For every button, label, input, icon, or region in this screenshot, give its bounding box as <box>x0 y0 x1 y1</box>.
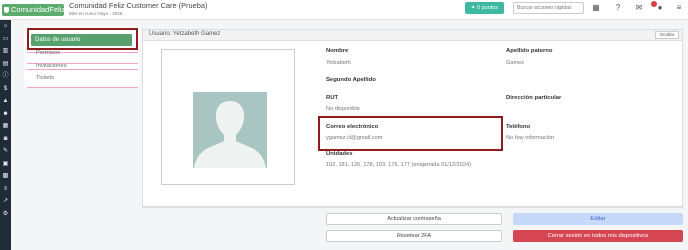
help-icon[interactable]: ? <box>612 2 624 14</box>
hide-button[interactable]: Ocultar <box>655 31 679 39</box>
rut-value: No disponible <box>326 106 360 112</box>
highlight-box-menu <box>27 28 138 50</box>
reset-2fa-button[interactable]: Resetear 2FA <box>326 230 502 242</box>
update-password-button[interactable]: Actualizar contraseña <box>326 213 502 225</box>
menu-item-tickets[interactable]: Tickets <box>36 75 54 81</box>
chat-icon[interactable]: ◙ <box>2 136 9 143</box>
building-icon[interactable]: ▥ <box>2 48 9 55</box>
current-month: Mes en curso mayo - 2025 <box>69 11 123 16</box>
top-bar: ComunidadFeliz Comunidad Feliz Customer … <box>0 0 688 20</box>
points-label: 0 puntos <box>477 5 499 11</box>
name-value: Yetzabeth <box>326 60 351 66</box>
second-surname-label: Segundo Apellido <box>326 77 376 83</box>
wrench-icon[interactable]: ✎ <box>2 148 9 155</box>
name-label: Nombre <box>326 48 349 54</box>
phone-label: Teléfono <box>506 124 531 130</box>
points-icon: ✦ <box>470 5 476 11</box>
annotation-line <box>27 87 138 88</box>
dollar-icon[interactable]: $ <box>2 86 9 93</box>
settings-icon[interactable]: ⚙ <box>2 211 9 218</box>
rut-label: RUT <box>326 95 339 101</box>
panel-title: Usuario: Yetzabeth Gamez <box>149 31 221 37</box>
user-icon[interactable]: ● <box>654 2 666 14</box>
avatar-placeholder-icon <box>194 101 266 168</box>
grid-icon[interactable]: ▦ <box>590 2 602 14</box>
points-button[interactable]: ✦ 0 puntos <box>465 2 504 14</box>
quick-actions-search-input[interactable] <box>513 2 584 14</box>
surname-value: Gamez <box>506 60 525 66</box>
id-card-icon[interactable]: ▭ <box>2 36 9 43</box>
logo-text: ComunidadFeliz <box>11 5 66 14</box>
menu-icon[interactable]: ≡ <box>673 2 685 14</box>
address-label: Dirección particular <box>506 95 562 101</box>
logout-all-devices-button[interactable]: Cerrar sesión en todos mis dispositivos <box>513 230 683 242</box>
calendar-icon[interactable]: ▦ <box>2 123 9 130</box>
people-icon[interactable]: ☻ <box>2 111 9 118</box>
app-logo[interactable]: ComunidadFeliz <box>2 4 66 16</box>
avatar <box>193 92 267 168</box>
profile-photo-frame <box>161 49 295 185</box>
edit-button[interactable]: Editar <box>513 213 683 225</box>
logo-icon <box>4 7 9 13</box>
home-icon[interactable]: ⌂ <box>2 23 9 30</box>
annotation-line <box>27 69 138 70</box>
chart-icon[interactable]: ↗ <box>2 198 9 205</box>
clipboard-icon[interactable]: ▣ <box>2 161 9 168</box>
menu-item-permissions[interactable]: Permisos <box>36 50 60 56</box>
phone-value: No hay información <box>506 135 555 141</box>
highlight-box-email <box>318 116 503 151</box>
surname-label: Apellido paterno <box>506 48 553 54</box>
units-label: Unidades <box>326 151 353 157</box>
bank-icon[interactable]: ▲ <box>2 98 9 105</box>
panel-header: Usuario: Yetzabeth Gamez Ocultar <box>143 30 682 41</box>
units-value: 102, 181, 126, 178, 103, 176, 177 (enaje… <box>326 162 471 168</box>
left-sidebar: ⌂ ▭ ▥ ▤ ⓘ $ ▲ ☻ ▦ ◙ ✎ ▣ ▩ ≡ ↗ ⚙ <box>0 20 11 250</box>
calculator-icon[interactable]: ▩ <box>2 173 9 180</box>
divider <box>142 207 683 208</box>
document-icon[interactable]: ▤ <box>2 61 9 68</box>
community-title[interactable]: Comunidad Feliz Customer Care (Prueba) <box>69 1 207 10</box>
notifications-icon[interactable]: ✉ <box>633 2 645 14</box>
info-icon[interactable]: ⓘ <box>2 73 9 80</box>
list-icon[interactable]: ≡ <box>2 186 9 193</box>
